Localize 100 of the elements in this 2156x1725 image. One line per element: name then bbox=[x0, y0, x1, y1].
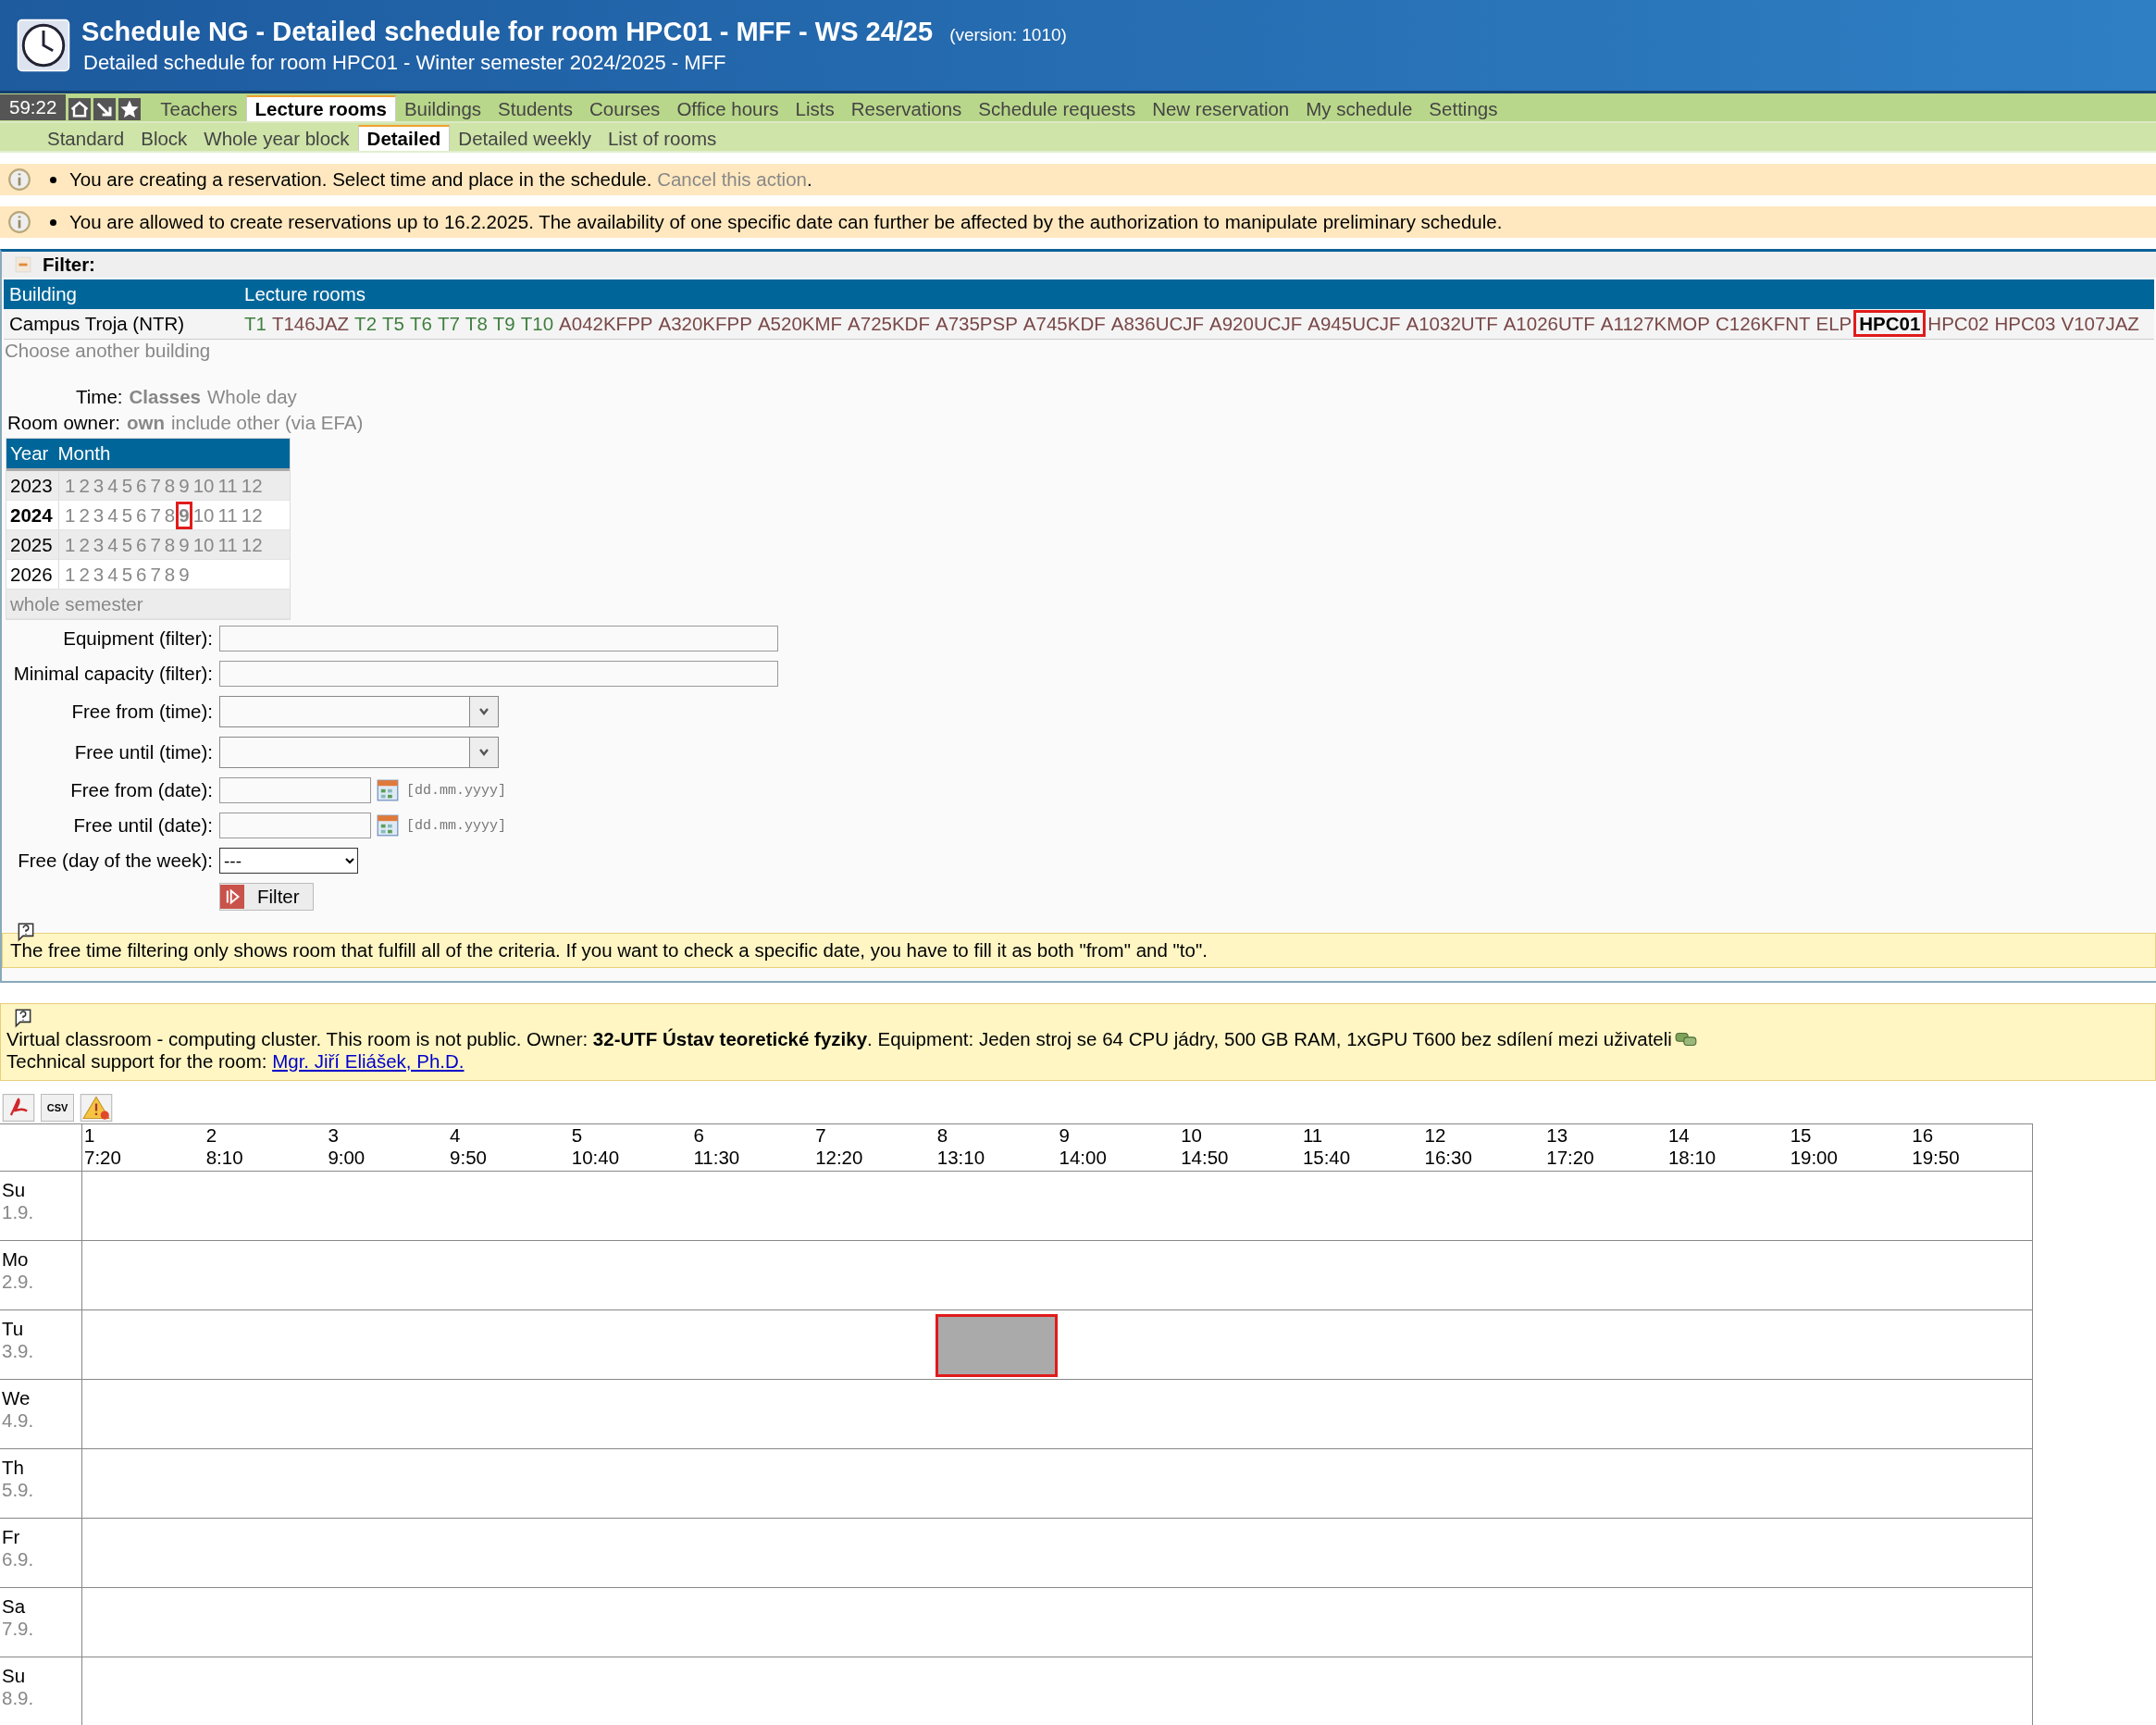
support-link[interactable]: Mgr. Jiří Eliášek, Ph.D. bbox=[272, 1050, 465, 1072]
room-link[interactable]: T6 bbox=[410, 313, 432, 334]
time-dropdown[interactable] bbox=[219, 737, 499, 768]
month-link[interactable]: 5 bbox=[121, 533, 133, 556]
month-link[interactable]: 9 bbox=[176, 501, 192, 529]
month-link[interactable]: 4 bbox=[107, 563, 118, 586]
sub-tab[interactable]: Standard bbox=[39, 127, 133, 151]
month-link[interactable]: 6 bbox=[136, 533, 147, 556]
csv-export-button[interactable]: CSV bbox=[41, 1094, 74, 1122]
month-link[interactable]: 2 bbox=[79, 474, 90, 497]
month-link[interactable]: 2 bbox=[79, 533, 90, 556]
room-link[interactable]: T9 bbox=[492, 313, 515, 334]
pdf-icon[interactable] bbox=[2, 1094, 35, 1122]
month-link[interactable]: 11 bbox=[217, 503, 238, 527]
warning-icon[interactable] bbox=[80, 1094, 113, 1122]
month-link[interactable]: 7 bbox=[150, 563, 161, 586]
room-link[interactable]: HPC02 bbox=[1927, 313, 1989, 334]
month-link[interactable]: 1 bbox=[65, 563, 76, 586]
room-link[interactable]: A320KFPP bbox=[658, 313, 752, 334]
room-link[interactable]: A725KDF bbox=[848, 313, 930, 334]
month-link[interactable]: 10 bbox=[192, 474, 215, 497]
month-link[interactable]: 10 bbox=[192, 533, 215, 556]
room-link[interactable]: A1032UTF bbox=[1406, 313, 1498, 334]
month-link[interactable]: 1 bbox=[65, 474, 76, 497]
month-link[interactable]: 4 bbox=[107, 503, 118, 527]
room-link[interactable]: T7 bbox=[437, 313, 460, 334]
nav-tab[interactable]: Lists bbox=[787, 97, 843, 121]
room-link[interactable]: T8 bbox=[465, 313, 488, 334]
room-link[interactable]: A735PSP bbox=[935, 313, 1018, 334]
input-field[interactable] bbox=[219, 661, 778, 687]
month-link[interactable]: 3 bbox=[93, 533, 105, 556]
month-link[interactable]: 10 bbox=[192, 503, 215, 527]
month-link[interactable]: 6 bbox=[136, 474, 147, 497]
month-link[interactable]: 6 bbox=[136, 503, 147, 527]
nav-tab[interactable]: New reservation bbox=[1144, 97, 1298, 121]
choose-building-link[interactable]: Choose another building bbox=[2, 340, 2156, 362]
month-link[interactable]: 8 bbox=[164, 533, 176, 556]
nav-tab[interactable]: Schedule requests bbox=[970, 97, 1145, 121]
month-link[interactable]: 5 bbox=[121, 563, 133, 586]
room-link[interactable]: A520KMF bbox=[757, 313, 843, 334]
sub-tab[interactable]: Block bbox=[132, 127, 196, 151]
filter-button[interactable]: Filter bbox=[219, 883, 314, 911]
date-field[interactable] bbox=[219, 813, 371, 838]
month-link[interactable]: 4 bbox=[107, 533, 118, 556]
cancel-link[interactable]: Cancel this action bbox=[657, 168, 807, 190]
room-link[interactable]: A745KDF bbox=[1022, 313, 1106, 334]
calendar-icon[interactable] bbox=[377, 814, 399, 837]
room-link[interactable]: A1026UTF bbox=[1503, 313, 1595, 334]
room-link[interactable]: T1 bbox=[244, 313, 266, 334]
month-link[interactable]: 9 bbox=[179, 563, 190, 586]
nav-tab[interactable]: Settings bbox=[1420, 97, 1506, 121]
month-link[interactable]: 6 bbox=[136, 563, 147, 586]
nav-tab[interactable]: My schedule bbox=[1297, 97, 1421, 121]
sub-tab[interactable]: List of rooms bbox=[599, 127, 725, 151]
month-link[interactable]: 3 bbox=[93, 474, 105, 497]
nav-tab[interactable]: Office hours bbox=[668, 97, 787, 121]
equipment-icon[interactable] bbox=[1673, 1030, 1698, 1049]
input-field[interactable] bbox=[219, 626, 778, 652]
month-link[interactable]: 3 bbox=[93, 563, 105, 586]
month-link[interactable]: 7 bbox=[150, 533, 161, 556]
month-link[interactable]: 9 bbox=[179, 533, 190, 556]
room-link[interactable]: A836UCJF bbox=[1110, 313, 1204, 334]
room-link[interactable]: A920UCJF bbox=[1209, 313, 1303, 334]
month-link[interactable]: 9 bbox=[179, 474, 190, 497]
room-link[interactable]: HPC03 bbox=[1994, 313, 2056, 334]
room-link[interactable]: V107JAZ bbox=[2061, 313, 2139, 334]
nav-tab[interactable]: Lecture rooms bbox=[245, 95, 396, 121]
date-field[interactable] bbox=[219, 777, 371, 803]
room-link[interactable]: C126KFNT bbox=[1715, 313, 1811, 334]
month-link[interactable]: 7 bbox=[150, 503, 161, 527]
month-link[interactable]: 8 bbox=[164, 503, 176, 527]
month-link[interactable]: 3 bbox=[93, 503, 105, 527]
room-link[interactable]: HPC01 bbox=[1853, 310, 1927, 337]
month-link[interactable]: 11 bbox=[217, 474, 238, 497]
month-link[interactable]: 1 bbox=[65, 533, 76, 556]
room-link[interactable]: A945UCJF bbox=[1307, 313, 1401, 334]
room-link[interactable]: A042KFPP bbox=[559, 313, 653, 334]
room-link[interactable]: A1127KMOP bbox=[1600, 313, 1710, 334]
nav-tab[interactable]: Buildings bbox=[395, 97, 490, 121]
month-link[interactable]: 8 bbox=[164, 563, 176, 586]
owner-option[interactable]: include other (via EFA) bbox=[170, 412, 364, 434]
sub-tab[interactable]: Whole year block bbox=[195, 127, 358, 151]
month-link[interactable]: 1 bbox=[65, 503, 76, 527]
month-link[interactable]: 5 bbox=[121, 503, 133, 527]
room-link[interactable]: ELP bbox=[1815, 313, 1852, 334]
sub-tab[interactable]: Detailed bbox=[357, 125, 451, 151]
month-link[interactable]: 11 bbox=[217, 533, 238, 556]
time-dropdown[interactable] bbox=[219, 696, 499, 727]
room-link[interactable]: T5 bbox=[382, 313, 404, 334]
reservation-block[interactable] bbox=[935, 1314, 1058, 1377]
month-link[interactable]: 12 bbox=[241, 533, 263, 556]
room-link[interactable]: T10 bbox=[520, 313, 554, 334]
sub-tab[interactable]: Detailed weekly bbox=[450, 127, 600, 151]
month-link[interactable]: 4 bbox=[107, 474, 118, 497]
month-link[interactable]: 7 bbox=[150, 474, 161, 497]
month-link[interactable]: 8 bbox=[164, 474, 176, 497]
nav-tab[interactable]: Students bbox=[489, 97, 582, 121]
month-link[interactable]: 12 bbox=[241, 503, 263, 527]
nav-tab[interactable]: Teachers bbox=[152, 97, 246, 121]
month-link[interactable]: 12 bbox=[241, 474, 263, 497]
